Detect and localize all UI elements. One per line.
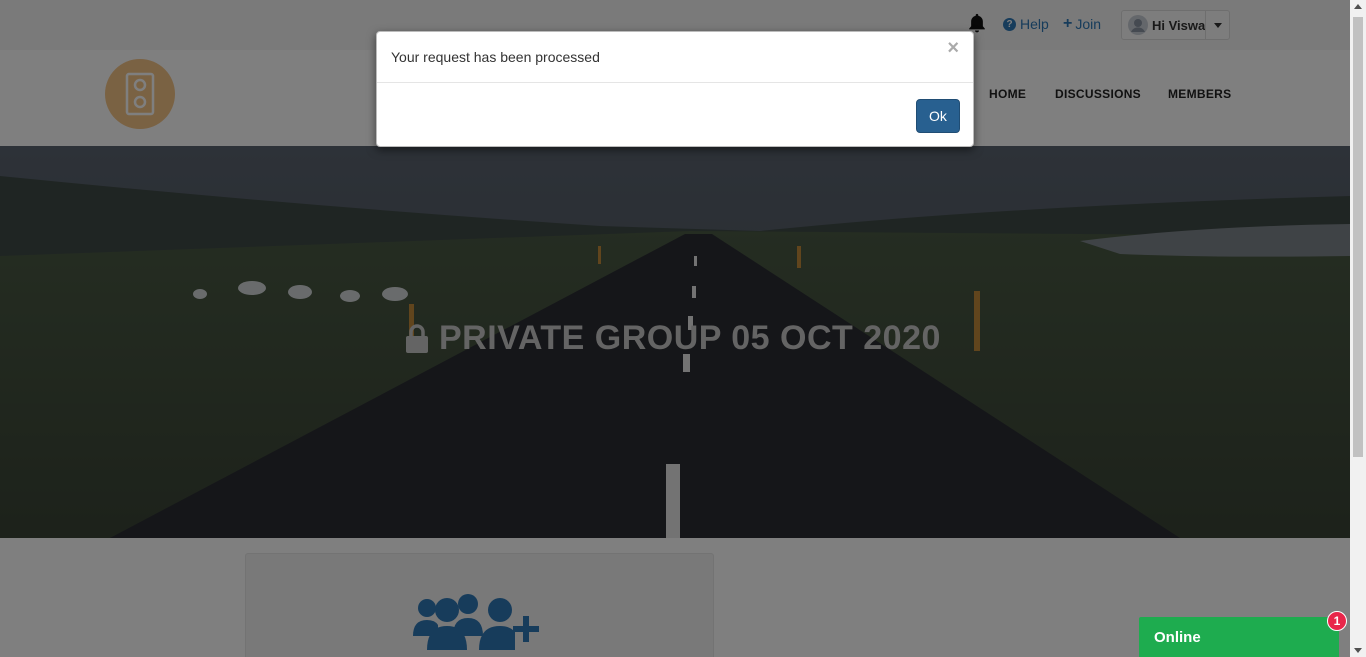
ok-button[interactable]: Ok <box>916 99 960 133</box>
scroll-down-icon[interactable] <box>1354 648 1362 653</box>
dialog-message: Your request has been processed <box>391 49 600 65</box>
dialog-divider <box>377 82 973 83</box>
confirmation-dialog: Your request has been processed × Ok <box>376 31 974 147</box>
close-icon[interactable]: × <box>947 38 959 58</box>
chat-status-label: Online <box>1154 629 1201 646</box>
chat-notification-badge: 1 <box>1327 611 1347 631</box>
chat-widget[interactable]: Online <box>1139 617 1339 657</box>
page-scrollbar[interactable] <box>1350 0 1366 657</box>
scroll-up-icon[interactable] <box>1354 4 1362 9</box>
scrollbar-thumb[interactable] <box>1353 17 1363 457</box>
